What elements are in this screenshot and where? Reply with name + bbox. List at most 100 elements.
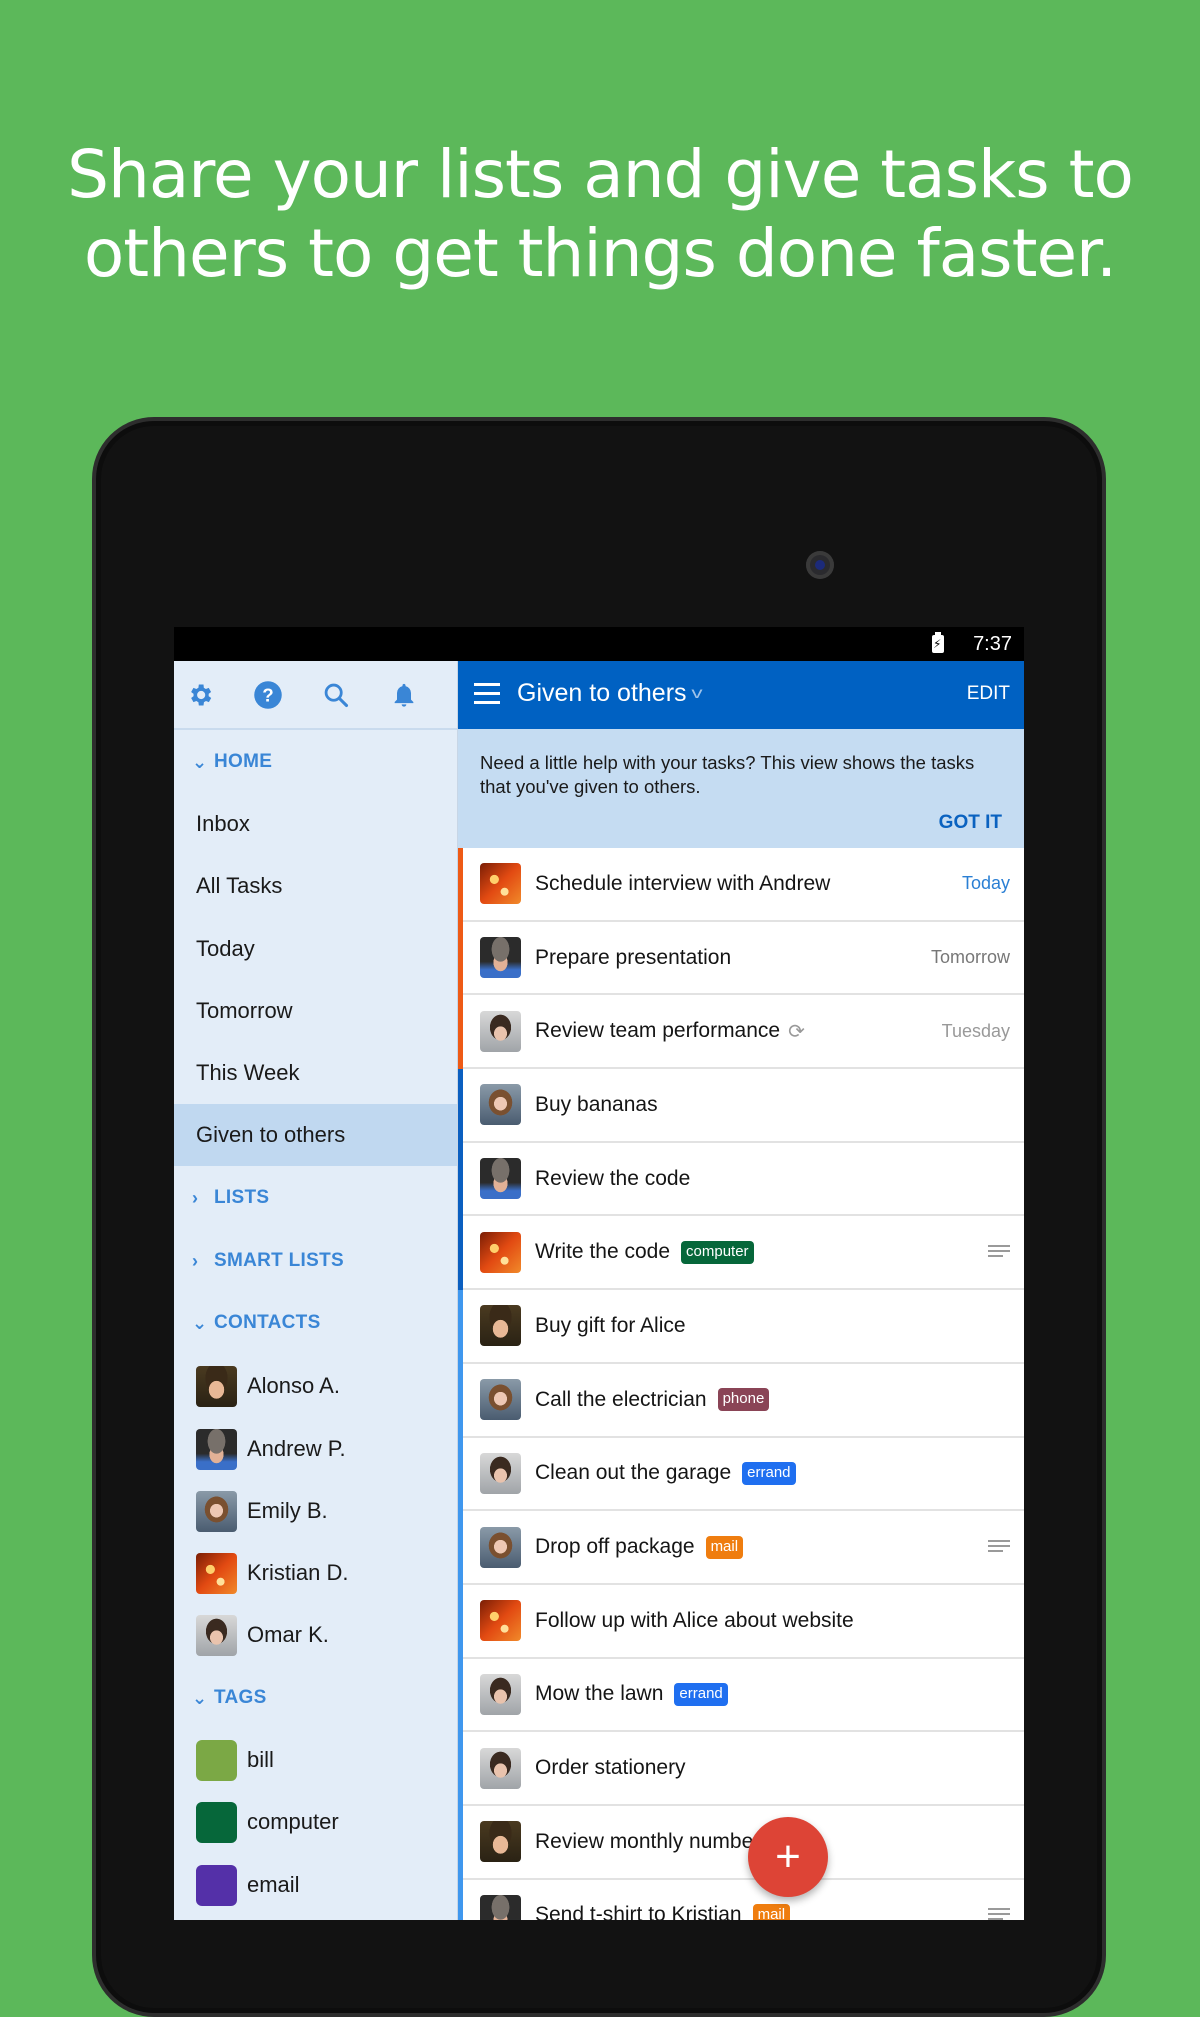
task-title: Clean out the garage: [535, 1461, 732, 1485]
tag-badge: computer: [681, 1240, 754, 1264]
edit-button[interactable]: EDIT: [967, 683, 1010, 705]
sidebar-item-given-to-others[interactable]: Given to others: [174, 1104, 457, 1166]
assignee-avatar: [480, 937, 521, 979]
assignee-avatar: [480, 863, 521, 905]
section-home[interactable]: ⌄ HOME: [192, 751, 272, 773]
assignee-avatar: [480, 1673, 521, 1715]
avatar: [196, 1614, 237, 1656]
sidebar-item-all-tasks[interactable]: All Tasks: [174, 855, 457, 917]
tag-badge: errand: [742, 1461, 796, 1485]
task-row[interactable]: Review the code: [458, 1142, 1024, 1217]
task-row[interactable]: Drop off package mail: [458, 1511, 1024, 1585]
tag-name: computer: [247, 1809, 339, 1834]
section-home-label: HOME: [214, 751, 273, 772]
task-title: Drop off package: [535, 1535, 695, 1559]
contact-omar[interactable]: Omar K.: [174, 1604, 457, 1666]
priority-indicator: [458, 1290, 463, 1364]
note-icon: [988, 1908, 1010, 1920]
task-row[interactable]: Follow up with Alice about website: [458, 1584, 1024, 1659]
task-title: Review the code: [535, 1166, 691, 1190]
task-row[interactable]: Schedule interview with Andrew Today: [458, 848, 1024, 922]
task-row[interactable]: Buy gift for Alice: [458, 1290, 1024, 1364]
task-row[interactable]: Send t-shirt to Kristian mail: [458, 1879, 1024, 1920]
section-smart-lists-label: SMART LISTS: [214, 1250, 344, 1271]
hamburger-menu-icon[interactable]: [474, 683, 500, 705]
contact-name: Andrew P.: [247, 1436, 346, 1461]
tag-badge: phone: [717, 1388, 770, 1412]
task-title: Review team performance: [535, 1019, 781, 1043]
chevron-down-icon: ⌄: [192, 1312, 208, 1333]
assignee-avatar: [480, 1084, 521, 1126]
contact-alonso[interactable]: Alonso A.: [174, 1355, 457, 1417]
task-row[interactable]: Order stationery: [458, 1732, 1024, 1806]
avatar: [196, 1428, 237, 1470]
sidebar-item-tomorrow[interactable]: Tomorrow: [174, 980, 457, 1042]
priority-indicator: [458, 1732, 463, 1806]
chevron-down-icon: ⌄: [192, 1687, 208, 1708]
help-icon[interactable]: ?: [252, 679, 284, 711]
task-row[interactable]: Review team performance ⟳ Tuesday: [458, 995, 1024, 1070]
sidebar-item-label: Today: [196, 936, 255, 961]
gear-icon[interactable]: [184, 679, 216, 711]
bell-icon[interactable]: [388, 679, 420, 711]
task-title: Review monthly numbers: [535, 1829, 771, 1853]
task-row[interactable]: Clean out the garage errand: [458, 1437, 1024, 1512]
section-tags-label: TAGS: [214, 1687, 267, 1708]
chevron-right-icon: ›: [192, 1187, 199, 1208]
priority-indicator: [458, 1805, 463, 1880]
contact-andrew[interactable]: Andrew P.: [174, 1418, 457, 1480]
search-icon[interactable]: [320, 679, 352, 711]
avatar: [196, 1490, 237, 1532]
view-title: Given to others: [517, 679, 687, 707]
sidebar-toolbar: ?: [174, 661, 457, 730]
camera-icon: [806, 551, 834, 579]
tag-badge: errand: [674, 1682, 728, 1706]
tag-bill[interactable]: bill: [174, 1729, 457, 1791]
sidebar-item-label: This Week: [196, 1060, 300, 1085]
contact-emily[interactable]: Emily B.: [174, 1480, 457, 1542]
task-row[interactable]: Write the code computer: [458, 1216, 1024, 1291]
view-title-dropdown[interactable]: Given to others v: [517, 679, 702, 708]
section-tags[interactable]: ⌄ TAGS: [192, 1687, 267, 1709]
avatar: [196, 1552, 237, 1594]
task-row[interactable]: Call the electrician phone: [458, 1363, 1024, 1438]
help-banner: Need a little help with your tasks? This…: [458, 729, 1024, 848]
task-row[interactable]: Prepare presentation Tomorrow: [458, 921, 1024, 996]
section-lists[interactable]: › LISTS: [192, 1187, 269, 1209]
battery-charging-icon: [932, 632, 944, 653]
section-smart-lists[interactable]: › SMART LISTS: [192, 1250, 344, 1272]
add-task-button[interactable]: +: [748, 1817, 828, 1897]
task-row[interactable]: Mow the lawn errand: [458, 1658, 1024, 1733]
sidebar-item-inbox[interactable]: Inbox: [174, 793, 457, 855]
promo-headline: Share your lists and give tasks to other…: [0, 135, 1200, 293]
due-date: Tomorrow: [930, 947, 1010, 968]
repeat-icon: ⟳: [788, 1020, 805, 1043]
task-title: Send t-shirt to Kristian: [535, 1903, 742, 1920]
tag-email[interactable]: email: [174, 1854, 457, 1916]
task-row[interactable]: Review monthly numbers: [458, 1805, 1024, 1880]
sidebar-item-this-week[interactable]: This Week: [174, 1042, 457, 1104]
tag-name: bill: [247, 1747, 274, 1772]
task-title: Mow the lawn: [535, 1682, 664, 1706]
section-lists-label: LISTS: [214, 1187, 270, 1208]
contact-name: Emily B.: [247, 1498, 328, 1523]
sidebar-item-today[interactable]: Today: [174, 918, 457, 980]
section-contacts[interactable]: ⌄ CONTACTS: [192, 1312, 321, 1334]
sidebar: ? ⌄ HOME Inbox All Tasks Today Tomorrow …: [174, 661, 458, 1920]
priority-indicator: [458, 848, 463, 922]
priority-indicator: [458, 1437, 463, 1512]
got-it-button[interactable]: GOT IT: [939, 812, 1002, 834]
sidebar-item-label: Tomorrow: [196, 998, 293, 1023]
task-row[interactable]: Buy bananas: [458, 1069, 1024, 1143]
contact-kristian[interactable]: Kristian D.: [174, 1542, 457, 1604]
contact-name: Alonso A.: [247, 1373, 340, 1398]
avatar: [196, 1365, 237, 1407]
priority-indicator: [458, 1142, 463, 1217]
assignee-avatar: [480, 1452, 521, 1494]
tag-color-swatch: [196, 1739, 237, 1781]
contact-name: Kristian D.: [247, 1560, 349, 1585]
main-panel: Given to others v EDIT Need a little hel…: [458, 661, 1024, 1920]
contact-name: Omar K.: [247, 1622, 329, 1647]
tag-computer[interactable]: computer: [174, 1791, 457, 1853]
tag-badge: mail: [705, 1535, 744, 1559]
